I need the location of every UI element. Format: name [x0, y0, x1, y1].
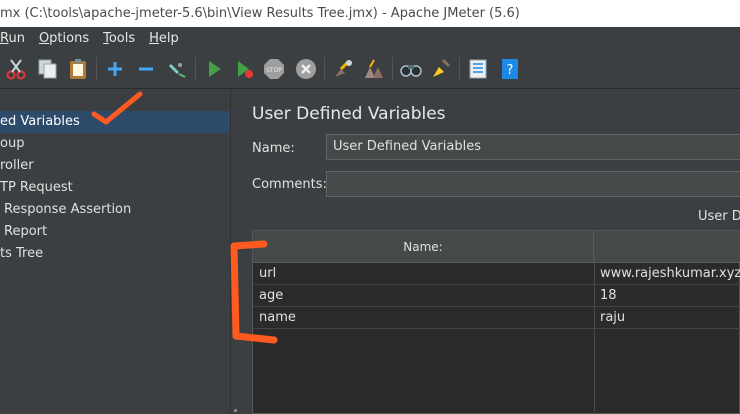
table-row[interactable]: name raju — [253, 307, 740, 329]
section-label: User De — [698, 209, 740, 224]
clear-icon[interactable] — [331, 57, 355, 81]
variable-name-cell[interactable]: url — [253, 263, 594, 285]
table-row[interactable]: age 18 — [253, 285, 740, 307]
table-row[interactable]: url www.rajeshkumar.xyz — [253, 263, 740, 285]
menu-options[interactable]: Options — [39, 31, 97, 46]
name-field[interactable]: User Defined Variables — [326, 134, 740, 160]
menu-run-rest: un — [8, 30, 25, 46]
svg-text:?: ? — [507, 63, 514, 78]
variable-name-cell[interactable]: name — [253, 307, 594, 329]
comments-label: Comments: — [252, 177, 327, 192]
function-helper-icon[interactable] — [466, 57, 490, 81]
reset-search-icon[interactable] — [429, 57, 453, 81]
variable-name-cell[interactable]: age — [253, 285, 594, 307]
tree-item-response-assertion[interactable]: Response Assertion — [0, 199, 230, 221]
shutdown-icon[interactable] — [294, 57, 318, 81]
search-icon[interactable] — [399, 57, 423, 81]
variable-value-cell[interactable]: www.rajeshkumar.xyz — [594, 263, 740, 285]
window-title: mx (C:\tools\apache-jmeter-5.6\bin\View … — [0, 0, 740, 27]
column-header-name[interactable]: Name: — [253, 231, 594, 263]
help-icon[interactable]: ? — [498, 57, 522, 81]
copy-icon[interactable] — [36, 57, 60, 81]
column-header-value[interactable] — [594, 231, 740, 263]
variable-value-cell[interactable]: raju — [594, 307, 740, 329]
tree-item-thread-group[interactable]: oup — [0, 133, 230, 155]
stop-icon[interactable]: STOP — [262, 57, 286, 81]
tree-item-report[interactable]: Report — [0, 221, 230, 243]
paste-icon[interactable] — [66, 57, 90, 81]
tree-item-controller[interactable]: roller — [0, 155, 230, 177]
menu-tools[interactable]: Tools — [103, 31, 143, 46]
user-defined-variables-panel: User Defined Variables Name: User Define… — [240, 89, 740, 414]
test-plan-tree: ed Variables oup roller TP Request Respo… — [0, 89, 230, 414]
menu-run[interactable]: Run — [0, 31, 33, 46]
clear-all-icon[interactable] — [362, 57, 386, 81]
comments-field[interactable] — [326, 171, 740, 197]
start-icon[interactable] — [202, 57, 226, 81]
menu-help[interactable]: Help — [149, 31, 187, 46]
toolbar: STOP ? — [0, 49, 740, 89]
name-label: Name: — [252, 141, 295, 156]
panel-title: User Defined Variables — [252, 104, 446, 124]
collapse-icon[interactable] — [134, 57, 158, 81]
tree-item-view-results-tree[interactable]: ts Tree — [0, 243, 230, 265]
start-no-pauses-icon[interactable] — [232, 57, 256, 81]
tree-item-http-request[interactable]: TP Request — [0, 177, 230, 199]
svg-text:STOP: STOP — [266, 67, 282, 74]
split-pane-divider[interactable] — [230, 89, 240, 414]
menu-bar: Run Options Tools Help — [0, 27, 740, 49]
tree-item-user-defined-variables[interactable]: ed Variables — [0, 111, 230, 133]
cut-icon[interactable] — [4, 57, 28, 81]
toggle-icon[interactable] — [165, 57, 189, 81]
expand-icon[interactable] — [103, 57, 127, 81]
variable-value-cell[interactable]: 18 — [594, 285, 740, 307]
variables-table: Name: url www.rajeshkumar.xyz age 18 nam… — [252, 230, 740, 414]
